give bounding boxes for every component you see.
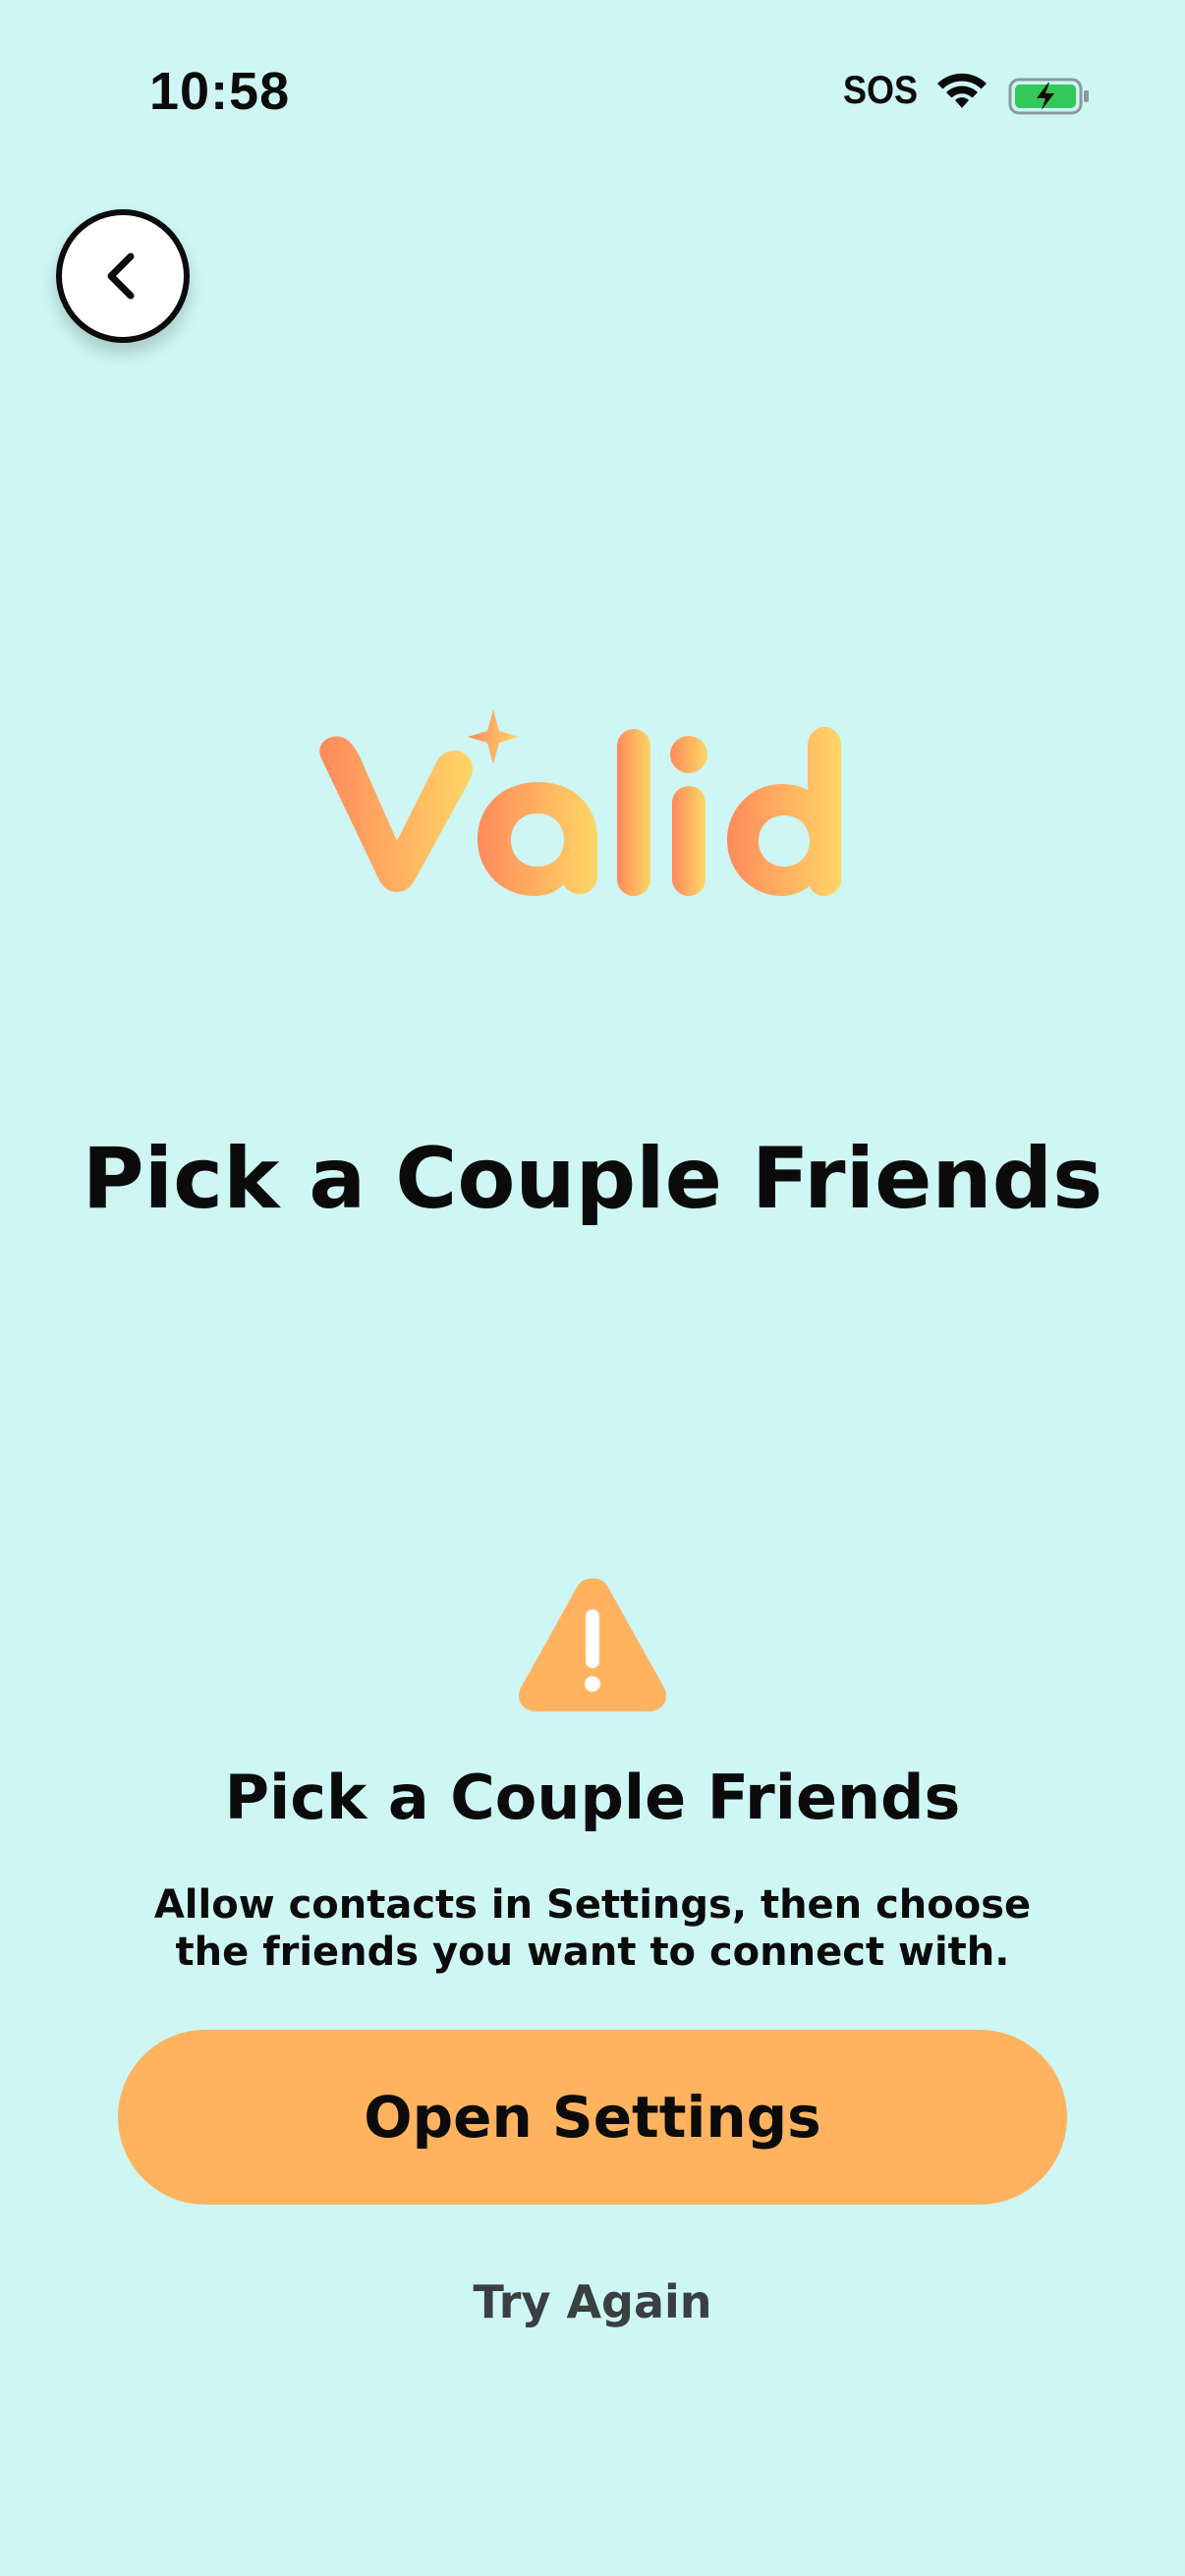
status-sos-indicator: SOS bbox=[843, 69, 919, 112]
wifi-icon bbox=[935, 73, 988, 112]
battery-charging-icon bbox=[1008, 77, 1091, 116]
app-logo bbox=[312, 703, 873, 910]
back-button[interactable] bbox=[56, 209, 190, 343]
open-settings-button[interactable]: Open Settings bbox=[118, 2030, 1067, 2205]
status-bar: 10:58 SOS bbox=[0, 0, 1185, 196]
try-again-button[interactable]: Try Again bbox=[0, 2275, 1185, 2328]
permission-title: Pick a Couple Friends bbox=[224, 1762, 961, 1833]
chevron-left-icon bbox=[107, 252, 135, 300]
permission-description: Allow contacts in Settings, then choose … bbox=[153, 1882, 1032, 1975]
page-title: Pick a Couple Friends bbox=[82, 1130, 1103, 1228]
status-time: 10:58 bbox=[149, 62, 291, 121]
warning-icon bbox=[515, 1572, 670, 1715]
